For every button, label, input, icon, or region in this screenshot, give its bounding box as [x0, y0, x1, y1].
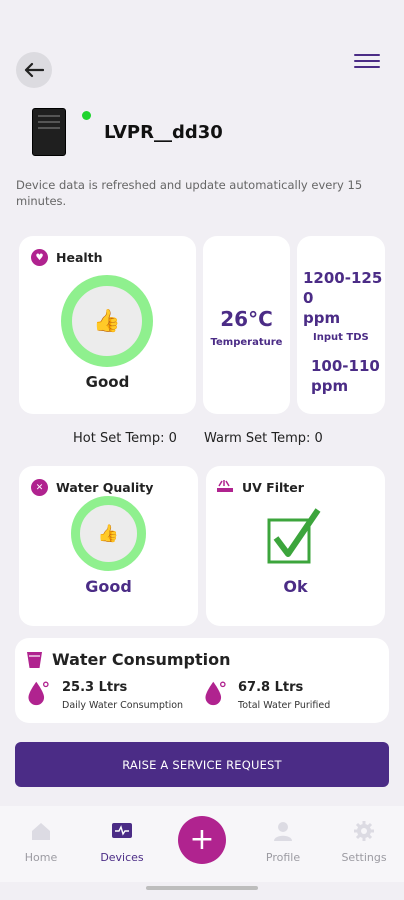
- water-quality-status: Good: [85, 577, 132, 596]
- nav-home-label: Home: [24, 851, 58, 864]
- nav-devices[interactable]: Devices: [87, 820, 157, 864]
- devices-icon: [112, 823, 132, 838]
- thumbs-up-icon: 👍: [93, 308, 121, 334]
- health-card[interactable]: ♥ Health 👍 Good: [19, 236, 196, 414]
- uv-filter-title: UV Filter: [216, 479, 304, 495]
- water-quality-ring: 👍: [71, 496, 146, 571]
- temperature-card: 26°C Temperature: [203, 236, 290, 414]
- cup-icon: [27, 651, 42, 668]
- bottom-nav: Home Devices + Profile Settings: [0, 806, 404, 882]
- health-ring: 👍: [61, 275, 153, 367]
- gear-icon: [354, 821, 374, 841]
- health-title-label: Health: [56, 250, 103, 265]
- water-quality-icon: ✕: [31, 479, 48, 496]
- water-quality-title-label: Water Quality: [56, 480, 154, 495]
- menu-line: [354, 66, 380, 68]
- menu-button[interactable]: [354, 50, 380, 74]
- temperature-value: 26°C: [220, 307, 273, 331]
- nav-profile[interactable]: Profile: [248, 820, 318, 864]
- total-purified-value: 67.8 Ltrs: [238, 680, 304, 695]
- water-quality-title: ✕ Water Quality: [31, 479, 153, 496]
- online-status-dot: [82, 111, 91, 120]
- arrow-left-icon: [24, 62, 44, 78]
- daily-consumption-value: 25.3 Ltrs: [62, 680, 128, 695]
- input-tds-unit: ppm: [303, 309, 341, 327]
- thumbs-up-icon: 👍: [97, 523, 120, 544]
- water-drop-icon: [28, 681, 49, 706]
- refresh-info-text: Device data is refreshed and update auto…: [16, 178, 363, 208]
- water-consumption-title: Water Consumption: [27, 650, 231, 669]
- heart-icon: ♥: [31, 249, 48, 266]
- back-button[interactable]: [16, 52, 52, 88]
- uv-filter-title-label: UV Filter: [242, 479, 304, 495]
- output-tds-value: 100-110: [311, 357, 380, 375]
- health-title: ♥ Health: [31, 249, 103, 266]
- raise-service-request-button[interactable]: RAISE A SERVICE REQUEST: [15, 742, 389, 787]
- checkmark-icon: [267, 508, 321, 564]
- device-name: LVPR__dd30: [104, 122, 223, 143]
- home-indicator: [146, 886, 258, 890]
- home-icon: [32, 823, 50, 840]
- profile-icon: [274, 822, 292, 841]
- menu-line: [354, 54, 380, 56]
- health-status: Good: [85, 373, 130, 391]
- warm-set-temp: Warm Set Temp: 0: [204, 431, 323, 446]
- output-tds-unit: ppm: [311, 377, 349, 395]
- device-image: [32, 108, 66, 156]
- uv-filter-status: Ok: [283, 577, 308, 596]
- water-consumption-title-label: Water Consumption: [52, 650, 231, 669]
- uv-lamp-icon: [217, 480, 233, 492]
- nav-home[interactable]: Home: [6, 820, 76, 864]
- nav-settings-label: Settings: [341, 851, 387, 864]
- add-button[interactable]: +: [178, 816, 226, 864]
- nav-devices-label: Devices: [100, 851, 144, 864]
- input-tds-label: Input TDS: [313, 332, 369, 343]
- tds-card: 1200-125 0 ppm Input TDS 100-110 ppm: [297, 236, 385, 414]
- water-drop-icon: [205, 681, 226, 706]
- top-bar: [0, 46, 404, 94]
- hot-set-temp: Hot Set Temp: 0: [73, 431, 177, 446]
- daily-consumption-label: Daily Water Consumption: [62, 700, 184, 711]
- menu-line: [354, 60, 380, 62]
- status-bar: [0, 0, 404, 34]
- water-quality-card[interactable]: ✕ Water Quality 👍 Good: [19, 466, 198, 626]
- nav-settings[interactable]: Settings: [329, 820, 399, 864]
- device-header: LVPR__dd30: [30, 106, 370, 160]
- temperature-label: Temperature: [210, 337, 283, 348]
- water-consumption-card: Water Consumption 25.3 Ltrs Daily Water …: [15, 638, 389, 723]
- input-tds-line2: 0: [303, 289, 314, 307]
- total-purified-label: Total Water Purified: [238, 700, 331, 711]
- input-tds-line1: 1200-125: [303, 269, 383, 287]
- uv-filter-card[interactable]: UV Filter Ok: [206, 466, 385, 626]
- nav-profile-label: Profile: [265, 851, 301, 864]
